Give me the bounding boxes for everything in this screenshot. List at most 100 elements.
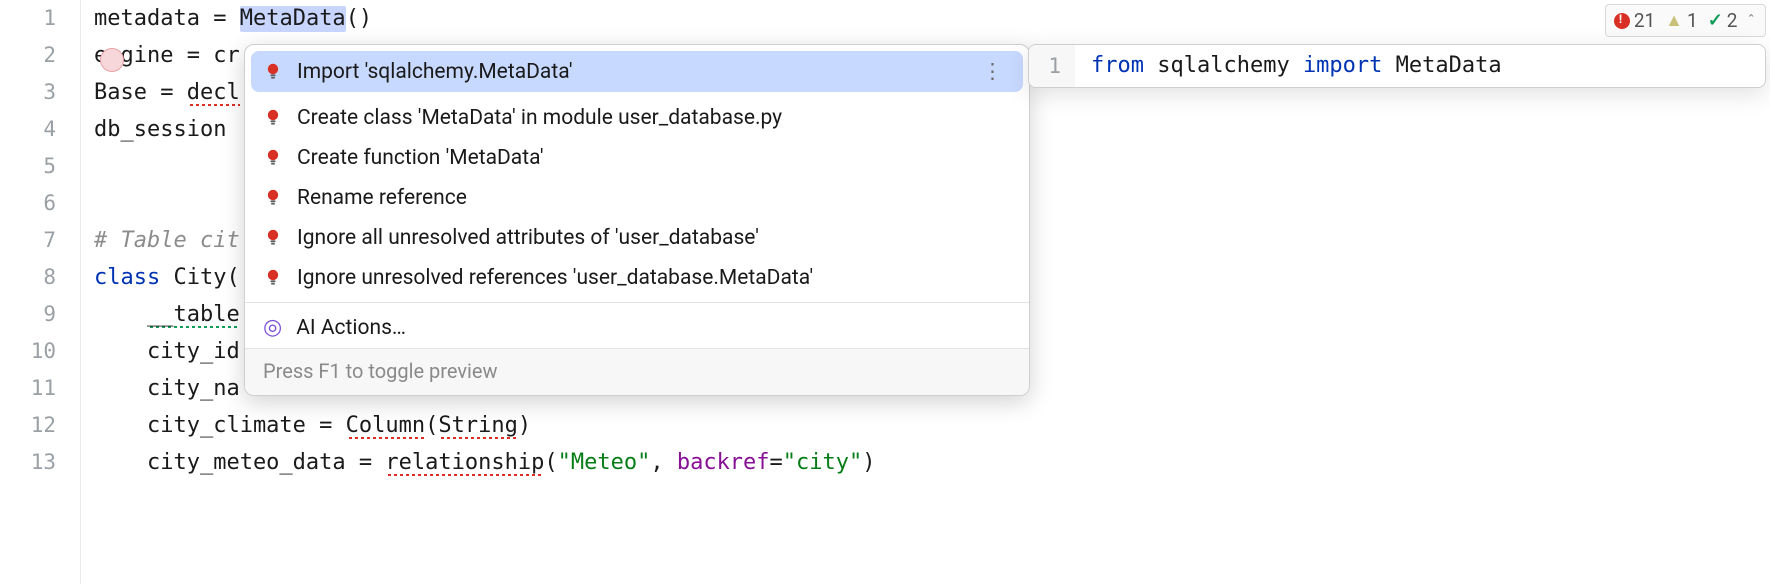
code-token: __table xyxy=(147,302,240,328)
intention-label: Ignore unresolved references 'user_datab… xyxy=(297,266,813,290)
code-token: db_session xyxy=(94,117,226,142)
line-number: 5 xyxy=(0,148,80,185)
code-token: import xyxy=(1303,53,1396,78)
line-number: 13 xyxy=(0,444,80,481)
code-token: String xyxy=(438,413,517,439)
lightbulb-error-icon xyxy=(263,228,283,248)
code-token: = xyxy=(200,6,240,31)
intention-label: Rename reference xyxy=(297,186,467,210)
popup-separator xyxy=(245,302,1029,303)
code-token: City xyxy=(173,265,226,290)
code-token: MetaData xyxy=(1396,53,1502,78)
code-token: MetaData xyxy=(240,6,346,32)
code-token: city_na xyxy=(94,376,240,401)
inspection-warnings[interactable]: ▲ 1 xyxy=(1665,9,1698,32)
intention-item[interactable]: Rename reference xyxy=(245,178,1029,218)
code-token: , xyxy=(650,450,677,475)
intention-item[interactable]: Import 'sqlalchemy.MetaData' ⋮ xyxy=(251,51,1023,92)
code-token: ( xyxy=(544,450,557,475)
preview-code-line: from sqlalchemy import MetaData xyxy=(1075,45,1502,87)
error-count: 21 xyxy=(1634,9,1655,32)
intention-item[interactable]: Create class 'MetaData' in module user_d… xyxy=(245,98,1029,138)
preview-line-number: 1 xyxy=(1029,45,1075,87)
code-token: = xyxy=(770,450,783,475)
code-token: metadata xyxy=(94,6,200,31)
intention-label: Ignore all unresolved attributes of 'use… xyxy=(297,226,759,250)
intention-label: AI Actions… xyxy=(296,316,406,340)
code-token: Column xyxy=(346,413,425,439)
line-number: 3 xyxy=(0,74,80,111)
inspections-widget[interactable]: 21 ▲ 1 ✓ 2 ˆ xyxy=(1605,4,1766,37)
intention-item[interactable]: ◎ AI Actions… xyxy=(245,307,1029,348)
lightbulb-error-icon xyxy=(263,62,283,82)
lightbulb-error-icon xyxy=(263,268,283,288)
code-content[interactable]: # Table cit xyxy=(80,222,240,259)
code-token: # Table cit xyxy=(94,228,240,253)
line-number: 6 xyxy=(0,185,80,222)
inspection-errors[interactable]: 21 xyxy=(1614,9,1655,32)
line-number: 12 xyxy=(0,407,80,444)
lightbulb-error-icon xyxy=(263,62,283,82)
code-token: relationship xyxy=(385,450,544,476)
lightbulb-error-icon xyxy=(263,108,283,128)
intention-item[interactable]: Ignore all unresolved attributes of 'use… xyxy=(245,218,1029,258)
intention-popup: Import 'sqlalchemy.MetaData' ⋮ Create cla… xyxy=(244,44,1030,396)
intention-item[interactable]: Ignore unresolved references 'user_datab… xyxy=(245,258,1029,298)
code-token: backref xyxy=(677,450,770,475)
code-token: ) xyxy=(518,413,531,438)
code-token: () xyxy=(346,6,373,31)
code-token: city_climate = xyxy=(94,413,346,438)
code-content[interactable]: db_session xyxy=(80,111,226,148)
code-content[interactable]: city_climate = Column(String) xyxy=(80,407,531,444)
code-token: ) xyxy=(862,450,875,475)
code-line[interactable]: 12 city_climate = Column(String) xyxy=(0,407,1770,444)
lightbulb-error-icon xyxy=(263,108,283,128)
code-content[interactable]: class City( xyxy=(80,259,240,296)
code-token: Base = xyxy=(94,80,187,105)
intention-label: Create class 'MetaData' in module user_d… xyxy=(297,106,782,130)
lightbulb-error-icon xyxy=(263,188,283,208)
lightbulb-error-icon xyxy=(263,188,283,208)
intention-item[interactable]: Create function 'MetaData' xyxy=(245,138,1029,178)
ai-icon: ◎ xyxy=(263,315,282,340)
line-number: 8 xyxy=(0,259,80,296)
code-token: sqlalchemy xyxy=(1157,53,1303,78)
lightbulb-error-icon xyxy=(263,148,283,168)
code-line[interactable]: 1metadata = MetaData() xyxy=(0,0,1770,37)
code-content[interactable]: metadata = MetaData() xyxy=(80,0,372,37)
lightbulb-error-icon xyxy=(263,268,283,288)
code-token: class xyxy=(94,265,173,290)
code-line[interactable]: 13 city_meteo_data = relationship("Meteo… xyxy=(0,444,1770,481)
line-number: 2 xyxy=(0,37,80,74)
code-content[interactable]: city_meteo_data = relationship("Meteo", … xyxy=(80,444,876,481)
inspection-ok[interactable]: ✓ 2 xyxy=(1708,9,1738,32)
code-token: cr xyxy=(213,43,240,68)
lightbulb-error-icon xyxy=(263,148,283,168)
code-content[interactable]: city_na xyxy=(80,370,240,407)
code-token: city_meteo_data = xyxy=(94,450,385,475)
ok-count: 2 xyxy=(1727,9,1738,32)
code-token: from xyxy=(1091,53,1157,78)
chevron-up-icon[interactable]: ˆ xyxy=(1747,11,1755,30)
warning-icon: ▲ xyxy=(1665,10,1683,31)
line-number: 1 xyxy=(0,0,80,37)
error-icon xyxy=(1614,13,1630,29)
lightbulb-error-icon xyxy=(263,228,283,248)
error-highlight-bulb[interactable] xyxy=(100,48,124,72)
more-actions-icon[interactable]: ⋮ xyxy=(982,59,1011,84)
code-token: ( xyxy=(425,413,438,438)
code-content[interactable]: Base = decl xyxy=(80,74,240,111)
code-content[interactable]: city_id xyxy=(80,333,240,370)
line-number: 4 xyxy=(0,111,80,148)
line-number: 10 xyxy=(0,333,80,370)
code-token: city_id xyxy=(94,339,240,364)
code-content[interactable]: __table xyxy=(80,296,240,333)
warning-count: 1 xyxy=(1687,9,1698,32)
code-token xyxy=(94,302,147,327)
code-token: decl xyxy=(187,80,240,106)
line-number: 9 xyxy=(0,296,80,333)
code-token: ( xyxy=(226,265,239,290)
popup-hint: Press F1 to toggle preview xyxy=(245,348,1029,395)
line-number: 11 xyxy=(0,370,80,407)
intention-label: Import 'sqlalchemy.MetaData' xyxy=(297,60,573,84)
